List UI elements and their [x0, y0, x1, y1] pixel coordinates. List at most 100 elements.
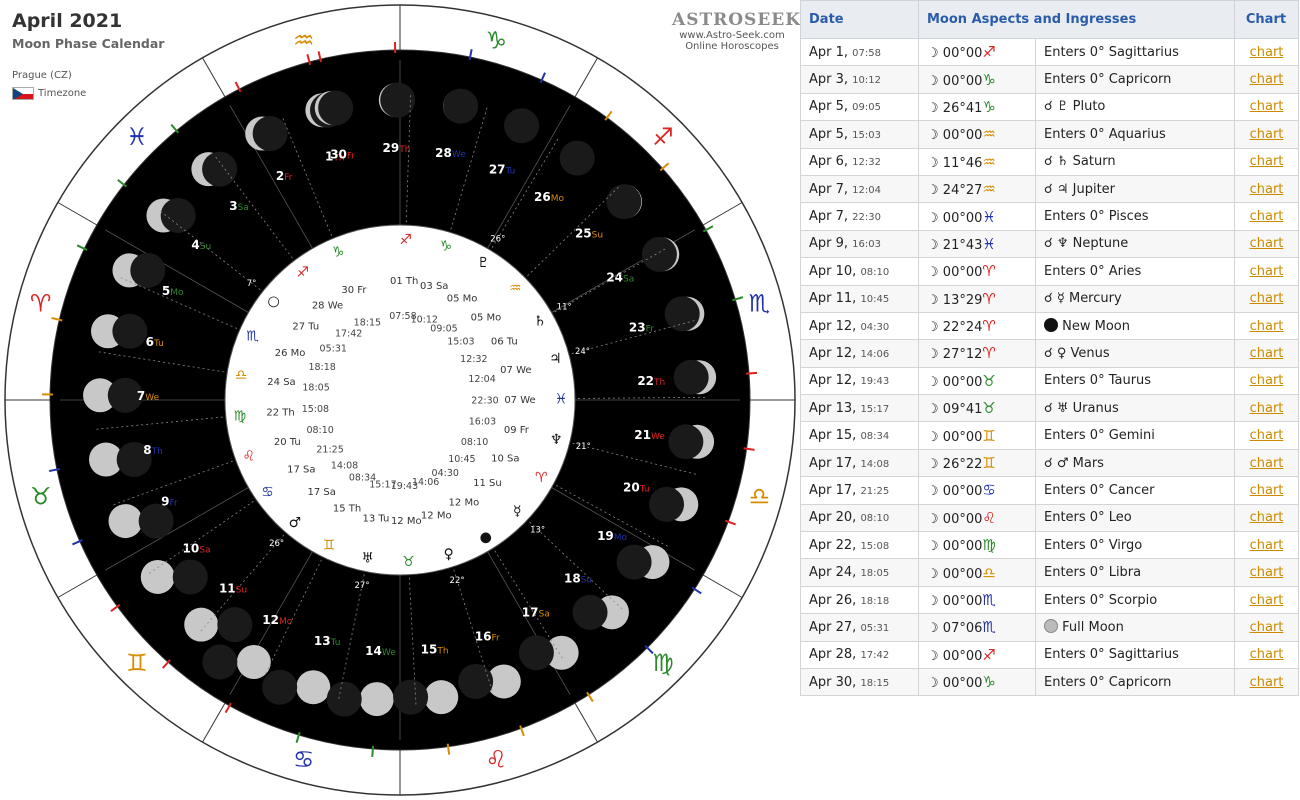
- event-glyph-icon: ♒: [509, 281, 522, 297]
- day-tick: [745, 371, 758, 375]
- table-row: Apr 15, 08:34 ☽ 00°00♊ Enters 0° Gemini cha…: [800, 421, 1299, 450]
- chart-link[interactable]: chart: [1250, 593, 1284, 608]
- chart-link[interactable]: chart: [1250, 346, 1284, 361]
- position-cell: ☽ 24°27♒: [918, 174, 1036, 204]
- table-header-row: Date Moon Aspects and Ingresses Chart: [800, 0, 1299, 39]
- chart-link[interactable]: chart: [1250, 675, 1284, 690]
- chart-link[interactable]: chart: [1250, 319, 1284, 334]
- event-text: Enters 0° Taurus: [1044, 373, 1152, 389]
- chart-link[interactable]: chart: [1250, 72, 1284, 87]
- chart-link[interactable]: chart: [1250, 538, 1284, 553]
- chart-link[interactable]: chart: [1250, 510, 1284, 525]
- chart-link[interactable]: chart: [1250, 428, 1284, 443]
- event-date: 05 Mo: [447, 293, 478, 304]
- event-text: ☌ ♇ Pluto: [1044, 99, 1106, 115]
- event-time: 14:08: [331, 460, 358, 471]
- moon-shadow: [130, 252, 166, 288]
- chart-link[interactable]: chart: [1250, 565, 1284, 580]
- position-text: 00°00: [942, 128, 983, 144]
- page-subtitle: Moon Phase Calendar: [12, 36, 165, 51]
- chart-link[interactable]: chart: [1250, 647, 1284, 662]
- event-cell: Enters 0° Taurus: [1035, 366, 1235, 396]
- full-moon-icon: [1044, 619, 1058, 634]
- table-row: Apr 13, 15:17 ☽ 09°41♉ ☌ ♅ Uranus chart: [800, 394, 1299, 423]
- event-date: 11 Su: [473, 478, 502, 489]
- crescent-moon-icon: ☽: [927, 621, 939, 637]
- event-text: Enters 0° Capricorn: [1044, 72, 1172, 88]
- event-text: Enters 0° Scorpio: [1044, 592, 1158, 608]
- time-text: 12:32: [852, 157, 881, 169]
- chart-link[interactable]: chart: [1250, 182, 1284, 197]
- event-glyph-icon: ♌: [243, 448, 256, 464]
- event-cell: Enters 0° Capricorn: [1035, 65, 1235, 94]
- chart-link[interactable]: chart: [1250, 373, 1284, 388]
- event-cell: ☌ ♂ Mars: [1035, 448, 1235, 478]
- header-date: Date: [800, 0, 919, 39]
- crescent-moon-icon: ☽: [927, 539, 939, 555]
- time-text: 22:30: [852, 212, 881, 224]
- moon-shadow: [252, 116, 288, 152]
- event-time: 18:18: [308, 362, 335, 373]
- zodiac-sign-icon: ♒: [982, 152, 996, 171]
- timezone-row: Timezone: [12, 87, 86, 100]
- brand-url[interactable]: www.Astro-Seek.com: [672, 30, 792, 41]
- event-cell: Enters 0° Scorpio: [1035, 585, 1235, 615]
- time-text: 17:42: [860, 650, 890, 662]
- chart-link[interactable]: chart: [1250, 209, 1284, 224]
- position-text: 07°06: [942, 621, 983, 637]
- header-chart: Chart: [1234, 0, 1299, 39]
- date-text: Apr 20,: [809, 510, 857, 526]
- position-cell: ☽ 00°00♎: [918, 558, 1036, 587]
- event-time: 22:30: [471, 395, 498, 406]
- event-text: Enters 0° Virgo: [1044, 537, 1143, 553]
- moon-shadow: [393, 679, 429, 715]
- event-time: 08:34: [349, 472, 376, 483]
- chart-link[interactable]: chart: [1250, 456, 1284, 471]
- table-row: Apr 7, 12:04 ☽ 24°27♒ ☌ ♃ Jupiter chart: [800, 174, 1299, 204]
- chart-link[interactable]: chart: [1250, 264, 1284, 279]
- table-row: Apr 28, 17:42 ☽ 00°00♐ Enters 0° Sagittari…: [800, 640, 1299, 669]
- brand: ASTROSEEK www.Astro-Seek.com Online Horo…: [672, 10, 802, 52]
- event-date: 28 We: [312, 300, 343, 311]
- czech-flag-icon: [12, 87, 34, 100]
- position-cell: ☽ 00°00♈: [918, 257, 1036, 286]
- chart-link[interactable]: chart: [1250, 99, 1284, 114]
- chart-cell: chart: [1234, 257, 1299, 286]
- position-cell: ☽ 11°46♒: [918, 147, 1036, 176]
- chart-link[interactable]: chart: [1250, 401, 1284, 416]
- zodiac-sign-icon: ♉: [982, 399, 996, 418]
- chart-cell: chart: [1234, 585, 1299, 615]
- event-date: 12 Mo: [421, 510, 452, 521]
- moon-disc: [108, 504, 143, 539]
- date-text: Apr 10,: [809, 263, 857, 279]
- date-text: Apr 7,: [809, 181, 849, 197]
- date-cell: Apr 13, 15:17: [800, 394, 919, 423]
- event-text: Enters 0° Sagittarius: [1044, 44, 1179, 60]
- chart-link[interactable]: chart: [1250, 483, 1284, 498]
- date-text: Apr 6,: [809, 154, 849, 170]
- time-text: 15:03: [852, 129, 881, 141]
- chart-link[interactable]: chart: [1250, 291, 1284, 306]
- chart-link[interactable]: chart: [1250, 45, 1284, 60]
- new-moon-icon: [1044, 318, 1058, 333]
- event-text: Enters 0° Aries: [1044, 263, 1142, 279]
- chart-link[interactable]: chart: [1250, 127, 1284, 142]
- header: April 2021 Moon Phase Calendar: [12, 10, 164, 51]
- event-text: ☌ ♃ Jupiter: [1044, 181, 1116, 197]
- date-cell: Apr 17, 14:08: [800, 448, 919, 478]
- position-text: 13°29: [942, 292, 983, 308]
- date-cell: Apr 26, 18:18: [800, 585, 919, 615]
- event-date: 10 Sa: [491, 454, 519, 465]
- event-degree: 13°: [530, 525, 545, 535]
- astroseek-logo: ASTROSEEK: [672, 10, 802, 30]
- position-text: 00°00: [942, 511, 983, 527]
- chart-link[interactable]: chart: [1250, 154, 1284, 169]
- moon-shadow: [606, 184, 642, 220]
- chart-link[interactable]: chart: [1250, 236, 1284, 251]
- event-date: 12 Mo: [391, 516, 422, 527]
- table-row: Apr 10, 08:10 ☽ 00°00♈ Enters 0° Aries char…: [800, 257, 1299, 286]
- event-time: 08:10: [461, 437, 488, 448]
- chart-link[interactable]: chart: [1250, 620, 1284, 635]
- zodiac-sign-icon: ♈: [982, 317, 996, 336]
- position-text: 11°46: [942, 155, 983, 171]
